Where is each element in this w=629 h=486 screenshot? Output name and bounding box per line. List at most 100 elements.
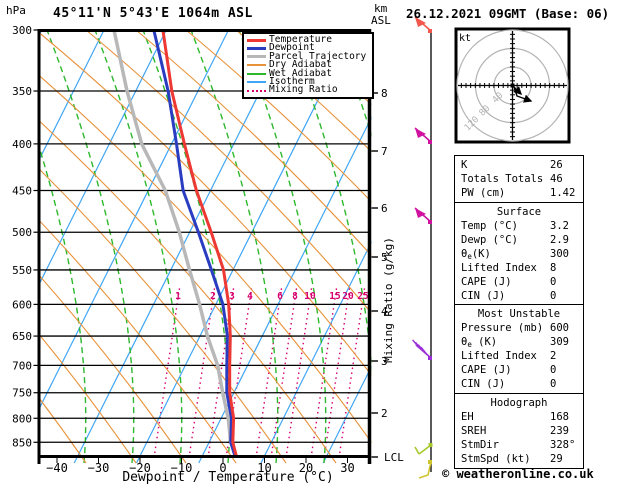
- table-value: 2.9: [550, 233, 569, 247]
- table-row: θe (K) 309: [455, 335, 583, 349]
- table-label: PW (cm): [461, 187, 505, 199]
- table-value: 0: [550, 363, 556, 377]
- svg-text:650: 650: [12, 330, 32, 343]
- legend-swatch-solid: [247, 47, 266, 50]
- table-row: CAPE (J) 0: [455, 363, 583, 377]
- table-value: 328°: [550, 438, 575, 452]
- svg-text:850: 850: [12, 436, 32, 449]
- valid-date-label: 26.12.2021 09GMT (Base: 06): [406, 6, 609, 21]
- table-label: Lifted Index: [461, 350, 537, 362]
- table-value: 3.2: [550, 219, 569, 233]
- legend-label: Mixing Ratio: [269, 86, 338, 94]
- table-label: θe (K): [461, 336, 497, 348]
- wind-barb-tickdown: [415, 443, 433, 454]
- svg-text:15: 15: [329, 291, 341, 302]
- table-row: StmSpd (kt) 29: [455, 452, 583, 466]
- table-label: StmDir: [461, 439, 499, 451]
- table-value: 0: [550, 289, 556, 303]
- table-value: 239: [550, 424, 569, 438]
- table-section-header: Most Unstable: [455, 307, 583, 321]
- wind-barb-staff: [413, 17, 433, 478]
- table-label: K: [461, 159, 467, 171]
- table-label: Lifted Index: [461, 262, 537, 274]
- table-label: Dewp (°C): [461, 234, 518, 246]
- legend-swatch-thin: [247, 81, 266, 83]
- mixing-ratio-axis-label: Mixing Ratio (g/kg): [382, 237, 395, 363]
- table-value: 26: [550, 158, 563, 172]
- svg-text:7: 7: [381, 145, 388, 158]
- svg-text:3: 3: [229, 291, 235, 302]
- table-value: 0: [550, 377, 556, 391]
- legend-swatch-solid: [247, 39, 266, 42]
- table-value: 300: [550, 247, 569, 261]
- svg-text:400: 400: [12, 138, 32, 151]
- hodograph-panel: 4080120kt: [456, 29, 569, 142]
- svg-text:800: 800: [12, 412, 32, 425]
- svg-text:2: 2: [210, 291, 216, 302]
- legend-swatch-solid: [247, 55, 266, 58]
- table-value: 600: [550, 321, 569, 335]
- wind-barb-pennant: [415, 208, 432, 224]
- lcl-label: LCL: [384, 451, 404, 464]
- table-row: K 26: [455, 158, 583, 172]
- legend-box: TemperatureDewpointParcel TrajectoryDry …: [242, 32, 374, 99]
- svg-text:6: 6: [381, 202, 388, 215]
- table-row: StmDir 328°: [455, 438, 583, 452]
- indices-table: K 26Totals Totals46PW (cm) 1.42 SurfaceTemp…: [454, 155, 584, 469]
- svg-text:8: 8: [381, 87, 388, 100]
- table-value: 1.42: [550, 186, 575, 200]
- table-section: SurfaceTemp (°C)3.2Dewp (°C)2.9θe(K)300L…: [454, 202, 584, 306]
- table-row: Totals Totals46: [455, 172, 583, 186]
- svg-text:450: 450: [12, 185, 32, 198]
- table-label: Temp (°C): [461, 220, 518, 232]
- table-section-header: Surface: [455, 205, 583, 219]
- table-row: CIN (J) 0: [455, 289, 583, 303]
- svg-text:20: 20: [342, 291, 354, 302]
- table-row: Pressure (mb) 600: [455, 321, 583, 335]
- pressure-gridlines: [38, 91, 370, 442]
- table-label: CIN (J): [461, 290, 505, 302]
- svg-text:700: 700: [12, 359, 32, 372]
- table-label: CAPE (J): [461, 364, 512, 376]
- svg-text:500: 500: [12, 226, 32, 239]
- legend-swatch-dotted: [247, 90, 266, 92]
- table-row: Temp (°C) 3.2: [455, 219, 583, 233]
- table-row: Lifted Index8: [455, 261, 583, 275]
- wind-barb-hatch: [413, 340, 432, 360]
- table-value: 29: [550, 452, 563, 466]
- svg-text:1: 1: [175, 291, 181, 302]
- table-value: 46: [550, 172, 563, 186]
- table-label: SREH: [461, 425, 486, 437]
- pressure-unit-label: hPa: [6, 4, 26, 17]
- table-label: CIN (J): [461, 378, 505, 390]
- mixing-ratio-lines: [154, 285, 365, 458]
- table-row: θe(K) 300: [455, 247, 583, 261]
- table-row: Dewp (°C) 2.9: [455, 233, 583, 247]
- table-section: HodographEH168SREH239StmDir328°StmSpd (k…: [454, 393, 584, 469]
- table-label: θe(K): [461, 248, 491, 260]
- table-row: PW (cm) 1.42: [455, 186, 583, 200]
- table-row: EH 168: [455, 410, 583, 424]
- table-value: 168: [550, 410, 569, 424]
- pressure-axis-labels: 300350400450500550600650700750800850: [12, 24, 37, 449]
- table-row: Lifted Index2: [455, 349, 583, 363]
- table-value: 0: [550, 275, 556, 289]
- svg-text:8: 8: [292, 291, 298, 302]
- svg-text:550: 550: [12, 264, 32, 277]
- table-section: Most UnstablePressure (mb)600θe (K)309Li…: [454, 304, 584, 394]
- svg-text:25: 25: [357, 291, 369, 302]
- table-row: CIN (J) 0: [455, 377, 583, 391]
- table-label: EH: [461, 411, 474, 423]
- svg-text:350: 350: [12, 85, 32, 98]
- svg-text:10: 10: [304, 291, 316, 302]
- table-value: 309: [550, 335, 569, 349]
- legend-item: Mixing Ratio: [244, 86, 372, 94]
- table-label: CAPE (J): [461, 276, 512, 288]
- temperature-axis-label: Dewpoint / Temperature (°C): [108, 470, 348, 485]
- wind-barb-pennant: [415, 128, 432, 144]
- table-label: Pressure (mb): [461, 322, 543, 334]
- svg-text:−40: −40: [46, 461, 68, 475]
- table-label: StmSpd (kt): [461, 453, 531, 465]
- svg-text:2: 2: [381, 407, 388, 420]
- skewt-sounding-page: 1234681015202530035040045050055060065070…: [0, 0, 629, 486]
